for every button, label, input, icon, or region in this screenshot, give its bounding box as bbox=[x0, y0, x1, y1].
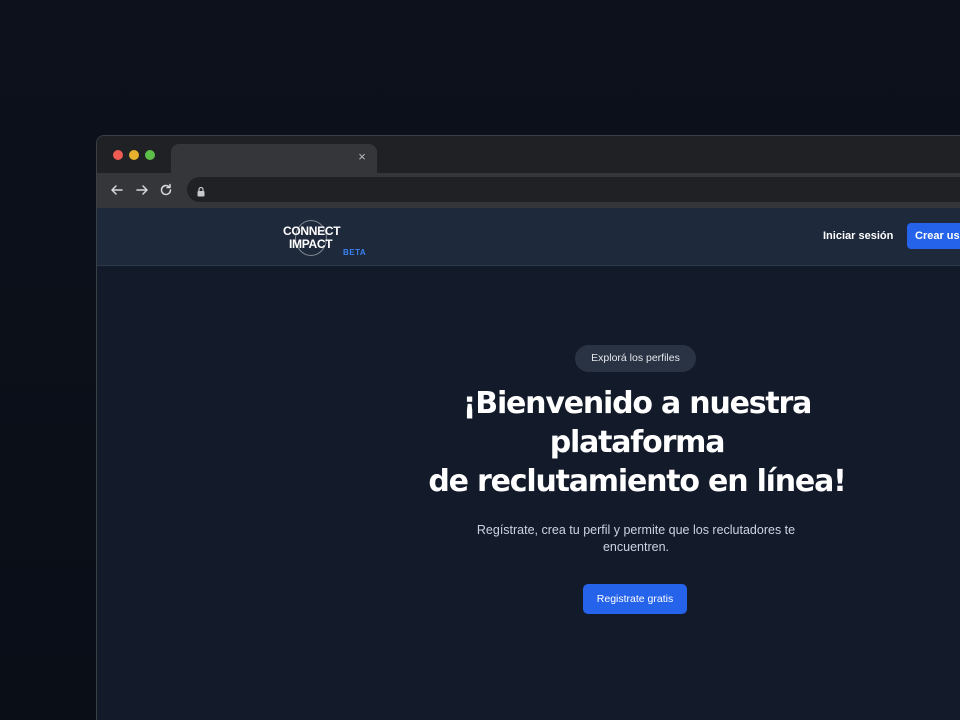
browser-tab[interactable]: × bbox=[171, 144, 377, 173]
beta-badge: BETA bbox=[343, 248, 367, 257]
maximize-window-button[interactable] bbox=[145, 150, 155, 160]
browser-toolbar bbox=[97, 173, 960, 208]
headline-line-1: ¡Bienvenido a nuestra bbox=[462, 386, 813, 421]
browser-window: × CONNECT IMPACT BETA Iniciar sesión Cre… bbox=[96, 135, 960, 720]
hero-subtitle: Regístrate, crea tu perfil y permite que… bbox=[476, 523, 796, 554]
headline-line-3: de reclutamiento en línea! bbox=[428, 464, 846, 499]
site-header: CONNECT IMPACT BETA Iniciar sesión Crear… bbox=[97, 208, 960, 266]
register-free-button[interactable]: Registrate gratis bbox=[583, 584, 687, 614]
tab-close-icon[interactable]: × bbox=[355, 150, 369, 164]
arrow-right-icon[interactable] bbox=[134, 182, 150, 198]
hero-section: Explorá los perfiles ¡Bienvenido a nuest… bbox=[97, 266, 960, 720]
arrow-left-icon[interactable] bbox=[109, 182, 125, 198]
minimize-window-button[interactable] bbox=[129, 150, 139, 160]
desktop-background: × CONNECT IMPACT BETA Iniciar sesión Cre… bbox=[0, 0, 960, 720]
close-window-button[interactable] bbox=[113, 150, 123, 160]
connect-impact-logo[interactable]: CONNECT IMPACT BETA bbox=[283, 218, 373, 258]
browser-titlebar: × bbox=[97, 136, 960, 173]
reload-icon[interactable] bbox=[158, 182, 174, 198]
address-bar[interactable] bbox=[187, 177, 960, 202]
logo-text-impact: IMPACT bbox=[289, 237, 333, 251]
create-user-button[interactable]: Crear usuario bbox=[907, 223, 960, 249]
login-link[interactable]: Iniciar sesión bbox=[823, 230, 893, 242]
headline-line-2: plataforma bbox=[549, 425, 726, 460]
logo-text-connect: CONNECT bbox=[283, 224, 341, 238]
explore-profiles-button[interactable]: Explorá los perfiles bbox=[575, 345, 696, 372]
hero-headline: ¡Bienvenido a nuestra plataforma de recl… bbox=[367, 384, 907, 501]
lock-icon bbox=[196, 184, 206, 197]
